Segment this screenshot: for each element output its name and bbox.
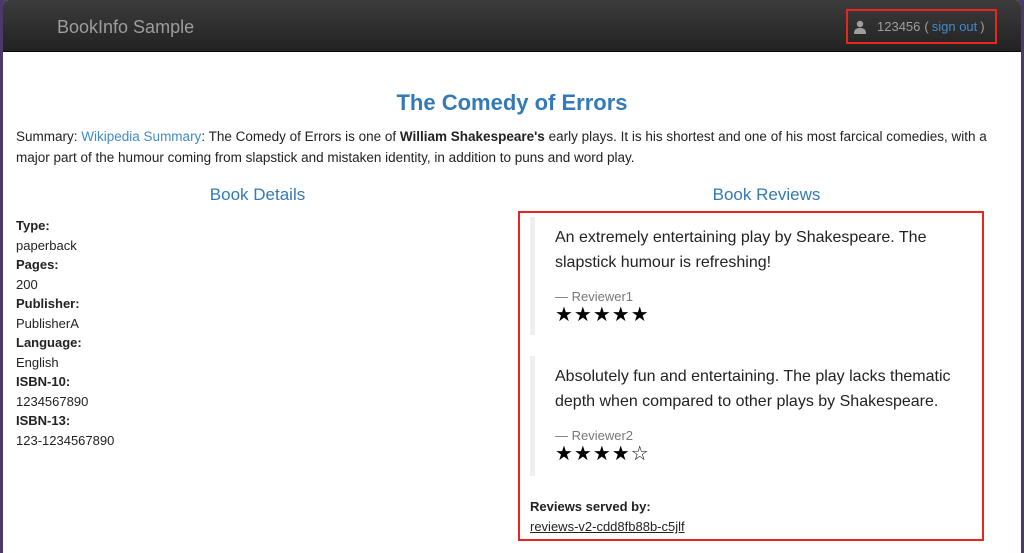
served-by-pod: reviews-v2-cdd8fb88b-c5jlf <box>530 519 685 534</box>
summary-label: Summary: <box>16 129 78 144</box>
star-rating: ★★★★☆ <box>555 443 650 465</box>
served-by-label: Reviews served by: <box>530 499 651 514</box>
brand-title[interactable]: BookInfo Sample <box>57 17 194 38</box>
pages-value: 200 <box>16 276 38 292</box>
user-info: 123456 ( sign out ) <box>846 9 997 44</box>
book-details-heading: Book Details <box>209 185 306 204</box>
paren-close: ) <box>980 19 985 34</box>
book-reviews-heading: Book Reviews <box>712 185 821 204</box>
reviews-panel: An extremely entertaining play by Shakes… <box>518 211 984 541</box>
summary-author: William Shakespeare's <box>399 129 545 144</box>
reviewer-name: — Reviewer2 <box>555 428 634 443</box>
review-text: Absolutely fun and entertaining. The pla… <box>555 368 951 410</box>
summary-text-1: : The Comedy of Errors is one of <box>201 129 400 144</box>
wikipedia-summary-link[interactable]: Wikipedia Summary <box>81 129 201 144</box>
review-item: Absolutely fun and entertaining. The pla… <box>530 356 980 476</box>
isbn13-label: ISBN-13: <box>16 413 71 428</box>
book-details: Type: paperback Pages: 200 Publisher: Pu… <box>16 216 114 450</box>
book-title: The Comedy of Errors <box>396 90 628 115</box>
user-id: 123456 <box>877 19 921 34</box>
language-label: Language: <box>16 335 82 350</box>
pages-label: Pages: <box>16 257 59 272</box>
isbn13-value: 123-1234567890 <box>16 432 115 448</box>
isbn10-label: ISBN-10: <box>16 374 71 389</box>
reviewer-name: — Reviewer1 <box>555 289 634 304</box>
user-icon <box>853 20 867 34</box>
publisher-label: Publisher: <box>16 296 80 311</box>
navbar: BookInfo Sample 123456 ( sign out ) <box>3 0 1021 52</box>
review-item: An extremely entertaining play by Shakes… <box>530 217 980 335</box>
book-summary: Summary: Wikipedia Summary: The Comedy o… <box>16 126 1011 168</box>
type-label: Type: <box>16 218 50 233</box>
type-value: paperback <box>16 237 77 253</box>
language-value: English <box>16 354 59 370</box>
isbn10-value: 1234567890 <box>16 393 89 409</box>
sign-out-link[interactable]: sign out <box>932 19 978 34</box>
paren-open: ( <box>924 19 929 34</box>
app-window: BookInfo Sample 123456 ( sign out ) The … <box>3 0 1021 553</box>
star-rating: ★★★★★ <box>555 304 650 326</box>
review-text: An extremely entertaining play by Shakes… <box>555 229 927 271</box>
publisher-value: PublisherA <box>16 315 79 331</box>
